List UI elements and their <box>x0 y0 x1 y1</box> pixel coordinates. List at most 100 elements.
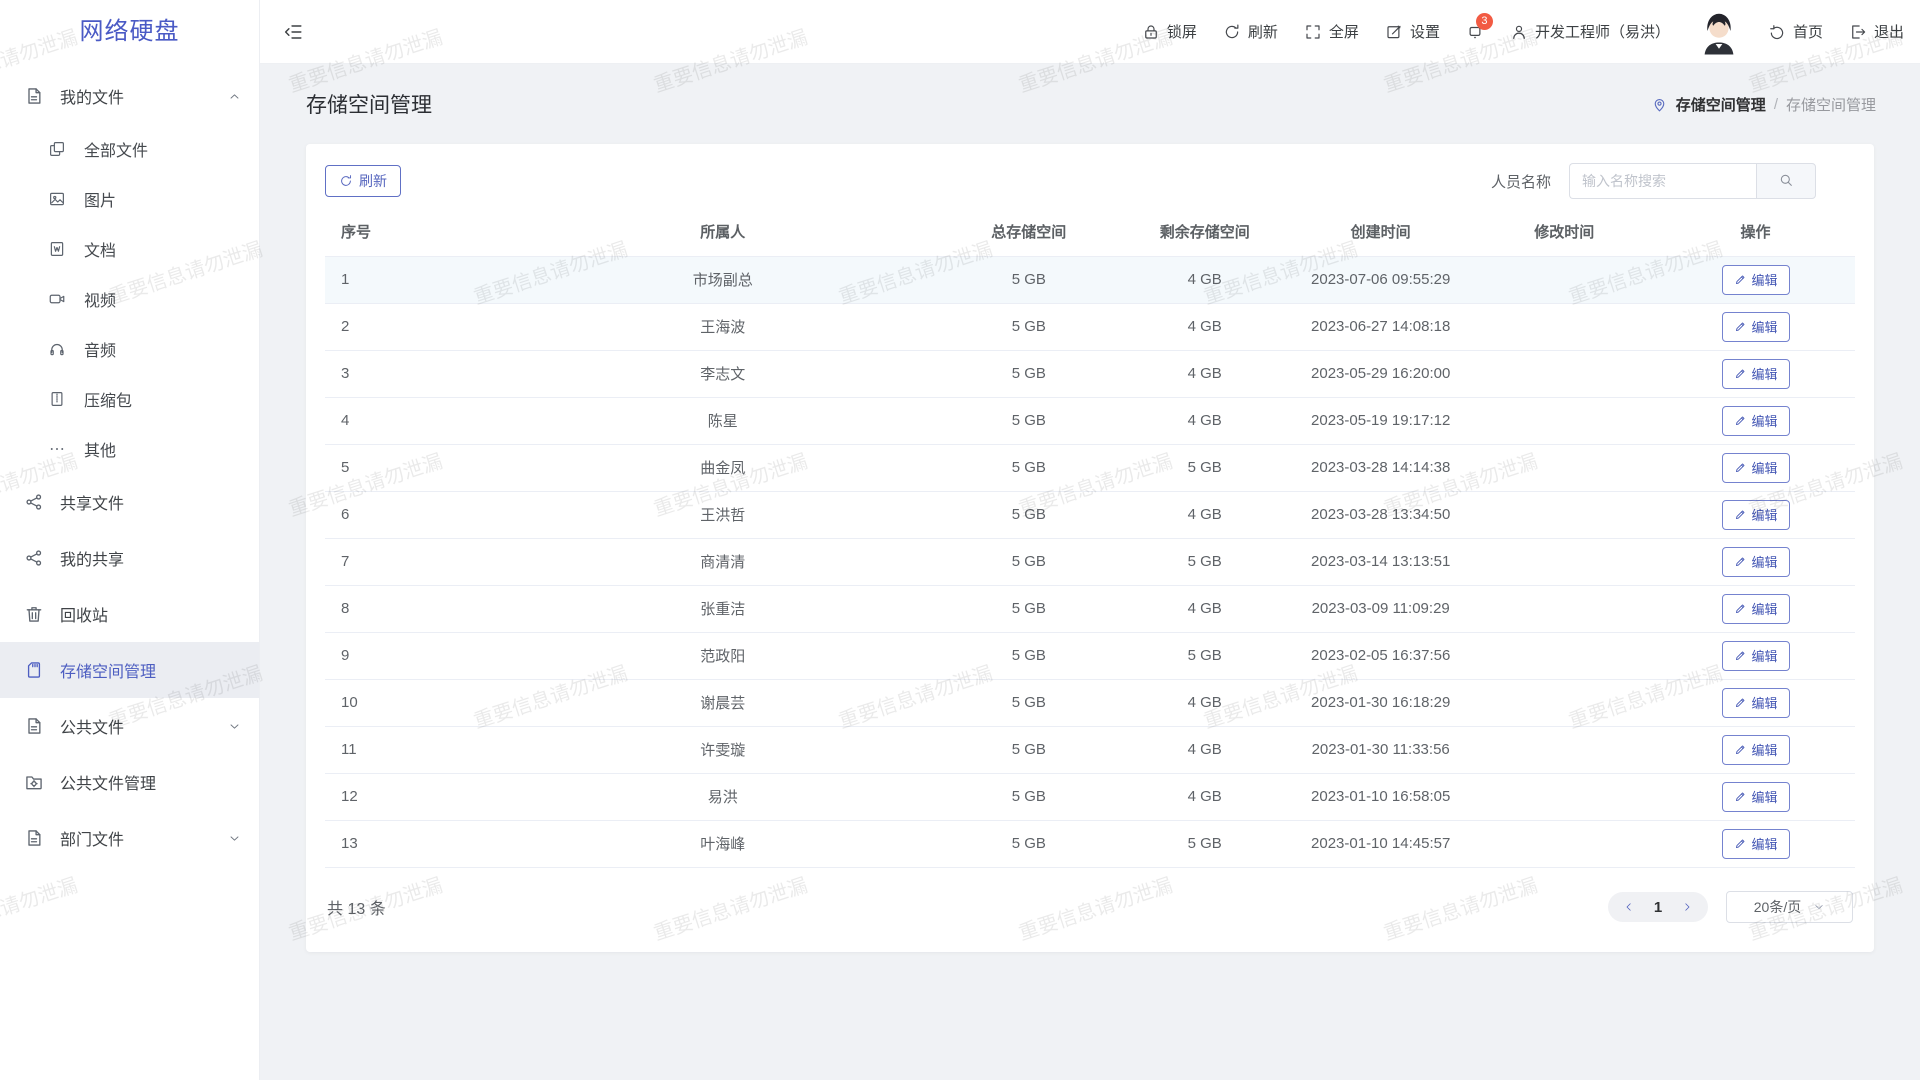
edit-button[interactable]: 编辑 <box>1722 782 1790 812</box>
sidebar-item-public-files-management[interactable]: 公共文件管理 <box>0 754 259 810</box>
edit-button[interactable]: 编辑 <box>1722 829 1790 859</box>
table-row: 3李志文5 GB4 GB2023-05-29 16:20:00编辑 <box>325 350 1855 397</box>
cell-actions: 编辑 <box>1656 773 1855 820</box>
more-icon <box>48 440 66 458</box>
search-label: 人员名称 <box>1491 171 1551 192</box>
edit-button[interactable]: 编辑 <box>1722 641 1790 671</box>
cell-remaining: 4 GB <box>1121 256 1289 303</box>
sidebar-item-my-files[interactable]: 我的文件 <box>0 68 259 124</box>
cell-no: 3 <box>325 350 509 397</box>
edit-button-label: 编辑 <box>1752 364 1778 383</box>
cell-modified <box>1472 256 1656 303</box>
breadcrumb-root[interactable]: 存储空间管理 <box>1676 94 1766 115</box>
cell-no: 6 <box>325 491 509 538</box>
refresh-button-label: 刷新 <box>359 171 387 191</box>
cell-created: 2023-03-28 13:34:50 <box>1289 491 1473 538</box>
table-header-row: 序号 所属人 总存储空间 剩余存储空间 创建时间 修改时间 操作 <box>325 208 1855 256</box>
page-size-select[interactable]: 20条/页 <box>1726 891 1853 923</box>
refresh-button[interactable]: 刷新 <box>1223 21 1278 42</box>
table-row: 13叶海峰5 GB5 GB2023-01-10 14:45:57编辑 <box>325 820 1855 867</box>
refresh-button[interactable]: 刷新 <box>325 165 401 197</box>
edit-button[interactable]: 编辑 <box>1722 547 1790 577</box>
search-input[interactable] <box>1569 163 1756 199</box>
table-row: 10谢晨芸5 GB4 GB2023-01-30 16:18:29编辑 <box>325 679 1855 726</box>
avatar[interactable] <box>1696 9 1742 55</box>
cell-no: 7 <box>325 538 509 585</box>
sidebar-item-videos[interactable]: 视频 <box>0 274 259 324</box>
edit-button[interactable]: 编辑 <box>1722 735 1790 765</box>
logout-button[interactable]: 退出 <box>1849 21 1904 42</box>
sidebar-item-my-shares[interactable]: 我的共享 <box>0 530 259 586</box>
lock-screen-button[interactable]: 锁屏 <box>1142 21 1197 42</box>
storage-table-card: 刷新 人员名称 <box>306 144 1874 952</box>
audio-icon <box>48 340 66 358</box>
refresh-icon <box>1223 23 1241 41</box>
prev-page-button[interactable] <box>1614 892 1644 922</box>
sidebar-item-label: 压缩包 <box>84 387 132 411</box>
cell-owner: 陈星 <box>509 397 937 444</box>
cell-created: 2023-06-27 14:08:18 <box>1289 303 1473 350</box>
sidebar-item-label: 全部文件 <box>84 137 148 161</box>
fullscreen-button[interactable]: 全屏 <box>1304 21 1359 42</box>
edit-button[interactable]: 编辑 <box>1722 594 1790 624</box>
notifications-button[interactable]: 3 <box>1466 23 1484 41</box>
edit-button-label: 编辑 <box>1752 787 1778 806</box>
settings-button[interactable]: 设置 <box>1385 21 1440 42</box>
edit-button[interactable]: 编辑 <box>1722 359 1790 389</box>
cell-no: 12 <box>325 773 509 820</box>
logout-icon <box>1849 23 1867 41</box>
sidebar-item-archives[interactable]: 压缩包 <box>0 374 259 424</box>
cell-actions: 编辑 <box>1656 585 1855 632</box>
cell-created: 2023-03-28 14:14:38 <box>1289 444 1473 491</box>
sidebar-item-all-files[interactable]: 全部文件 <box>0 124 259 174</box>
search-group: 人员名称 <box>1491 163 1816 199</box>
sidebar-item-department-files[interactable]: 部门文件 <box>0 810 259 866</box>
cell-created: 2023-01-10 14:45:57 <box>1289 820 1473 867</box>
pencil-icon <box>1734 649 1747 662</box>
sidebar-item-images[interactable]: 图片 <box>0 174 259 224</box>
pager-pill: 1 <box>1608 892 1708 922</box>
column-header-created: 创建时间 <box>1289 208 1473 256</box>
sidebar-item-others[interactable]: 其他 <box>0 424 259 474</box>
home-button[interactable]: 首页 <box>1768 21 1823 42</box>
sidebar-item-label: 其他 <box>84 437 116 461</box>
sidebar-item-storage-management[interactable]: 存储空间管理 <box>0 642 259 698</box>
home-icon <box>1768 23 1786 41</box>
all-files-icon <box>48 140 66 158</box>
search-button[interactable] <box>1756 163 1816 199</box>
edit-button[interactable]: 编辑 <box>1722 406 1790 436</box>
cell-owner: 易洪 <box>509 773 937 820</box>
edit-button[interactable]: 编辑 <box>1722 688 1790 718</box>
sidebar-item-label: 存储空间管理 <box>60 658 156 682</box>
cell-remaining: 4 GB <box>1121 585 1289 632</box>
app-root: 网络硬盘 我的文件全部文件图片文档视频音频压缩包其他共享文件我的共享回收站存储空… <box>0 0 1920 1080</box>
pencil-icon <box>1734 602 1747 615</box>
sidebar-item-recycle-bin[interactable]: 回收站 <box>0 586 259 642</box>
sidebar-item-audio[interactable]: 音频 <box>0 324 259 374</box>
fullscreen-icon <box>1304 23 1322 41</box>
refresh-icon <box>339 174 353 188</box>
video-icon <box>48 290 66 308</box>
sidebar: 网络硬盘 我的文件全部文件图片文档视频音频压缩包其他共享文件我的共享回收站存储空… <box>0 0 260 1080</box>
edit-button[interactable]: 编辑 <box>1722 265 1790 295</box>
file-icon <box>24 716 44 736</box>
sidebar-item-documents[interactable]: 文档 <box>0 224 259 274</box>
next-page-button[interactable] <box>1672 892 1702 922</box>
edit-button[interactable]: 编辑 <box>1722 453 1790 483</box>
collapse-sidebar-icon[interactable] <box>282 21 304 43</box>
location-pin-icon <box>1651 96 1668 113</box>
user-menu[interactable]: 开发工程师（易洪） <box>1510 21 1670 42</box>
cell-remaining: 5 GB <box>1121 820 1289 867</box>
edit-button[interactable]: 编辑 <box>1722 312 1790 342</box>
settings-label: 设置 <box>1410 21 1440 42</box>
column-header-total: 总存储空间 <box>937 208 1121 256</box>
sidebar-item-public-files[interactable]: 公共文件 <box>0 698 259 754</box>
page-header: 存储空间管理 存储空间管理 / 存储空间管理 <box>260 64 1920 144</box>
cell-total: 5 GB <box>937 679 1121 726</box>
sidebar-item-shared-files[interactable]: 共享文件 <box>0 474 259 530</box>
document-icon <box>48 240 66 258</box>
refresh-label: 刷新 <box>1248 21 1278 42</box>
cell-modified <box>1472 538 1656 585</box>
edit-button[interactable]: 编辑 <box>1722 500 1790 530</box>
cell-actions: 编辑 <box>1656 538 1855 585</box>
